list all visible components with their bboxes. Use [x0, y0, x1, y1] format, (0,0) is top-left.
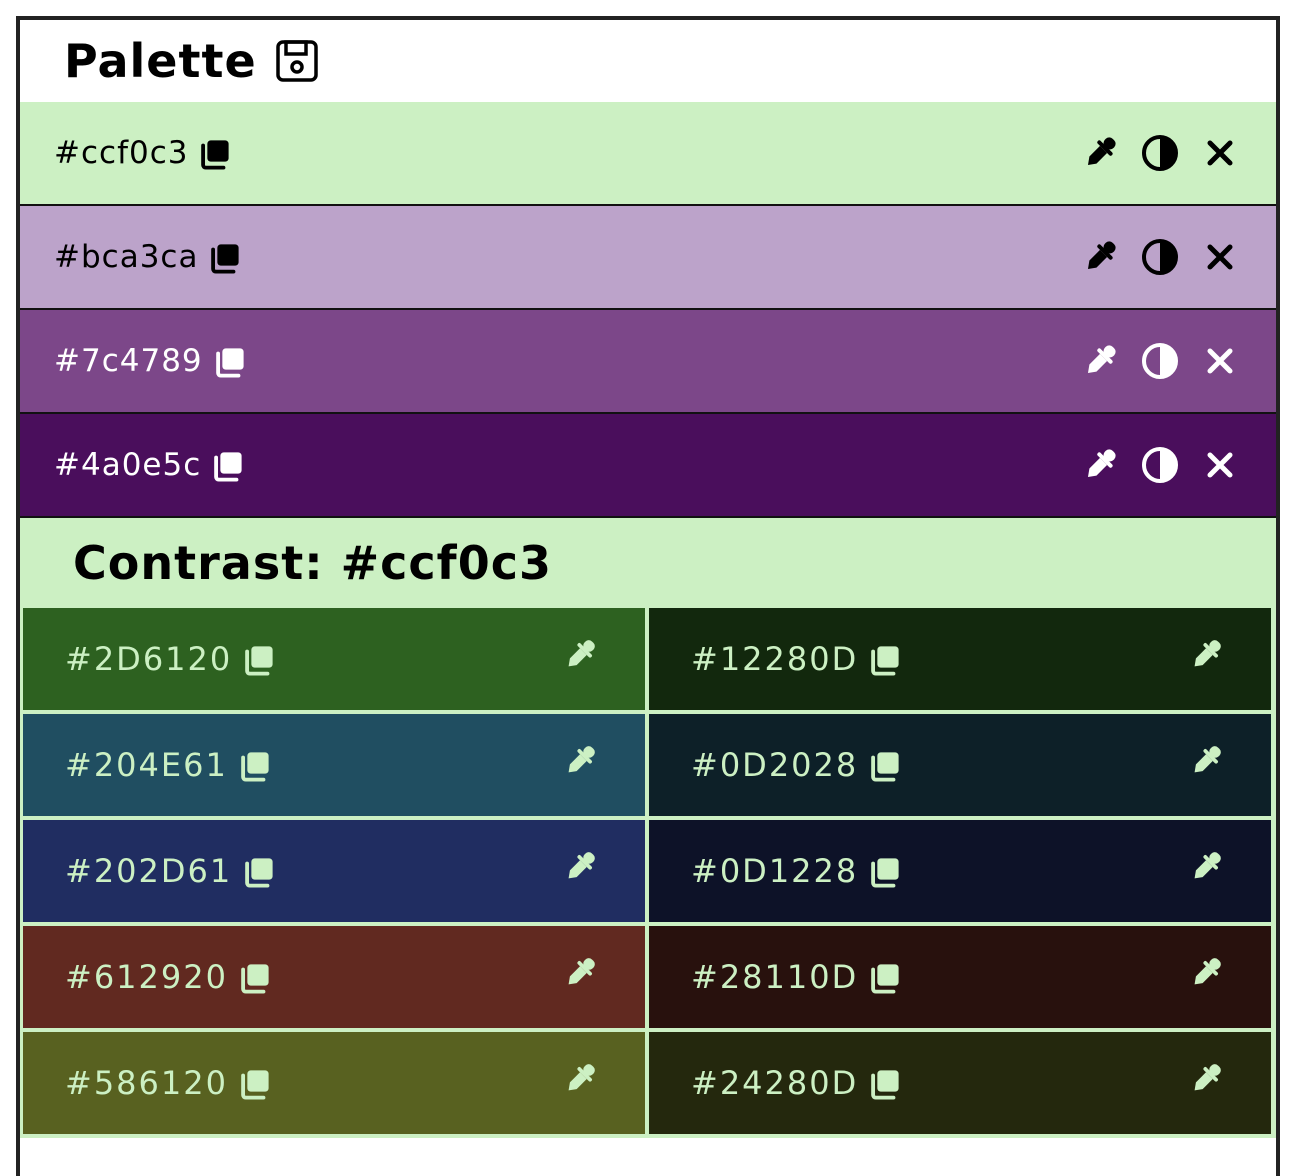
contrast-swatch: #2D6120 [23, 608, 645, 710]
palette-row: #ccf0c3 [20, 102, 1276, 206]
palette-hex-label: #7c4789 [54, 343, 203, 379]
palette-header: Palette [20, 20, 1276, 102]
contrast-hex-label: #2D6120 [65, 640, 233, 678]
contrast-section: Contrast: #ccf0c3 #2D6120 #12280D #204E6… [20, 518, 1276, 1138]
contrast-swatch: #0D1228 [649, 820, 1271, 922]
copy-icon[interactable] [868, 855, 902, 889]
contrast-hex-label: #0D1228 [691, 852, 859, 890]
contrast-swatch: #0D2028 [649, 714, 1271, 816]
contrast-swatch: #204E61 [23, 714, 645, 816]
close-icon[interactable] [1200, 133, 1240, 173]
contrast-grid: #2D6120 #12280D #204E61 #0D2028 #202D61 … [23, 608, 1273, 1138]
contrast-hex-label: #12280D [691, 640, 859, 678]
copy-icon[interactable] [868, 1067, 902, 1101]
contrast-swatch: #202D61 [23, 820, 645, 922]
eyedropper-icon[interactable] [561, 848, 599, 886]
copy-icon[interactable] [198, 137, 232, 171]
palette-row-actions [1080, 414, 1240, 516]
eyedropper-icon[interactable] [1187, 954, 1225, 992]
palette-row-actions [1080, 310, 1240, 412]
contrast-hex-label: #586120 [65, 1064, 228, 1102]
palette-list: #ccf0c3 #bca3ca #7c4789 #4a0e5c [20, 102, 1276, 518]
contrast-swatch: #12280D [649, 608, 1271, 710]
contrast-hex-label: #24280D [691, 1064, 859, 1102]
close-icon[interactable] [1200, 445, 1240, 485]
eyedropper-icon[interactable] [1187, 848, 1225, 886]
contrast-swatch: #586120 [23, 1032, 645, 1134]
copy-icon[interactable] [238, 961, 272, 995]
contrast-hex-label: #0D2028 [691, 746, 859, 784]
copy-icon[interactable] [238, 749, 272, 783]
eyedropper-icon[interactable] [561, 636, 599, 674]
contrast-swatch: #24280D [649, 1032, 1271, 1134]
palette-row: #4a0e5c [20, 414, 1276, 518]
palette-panel: Palette #ccf0c3 #bca3ca #7c4789 #4a0e5c … [16, 16, 1280, 1176]
contrast-icon[interactable] [1140, 133, 1180, 173]
eyedropper-icon[interactable] [561, 742, 599, 780]
contrast-hex-label: #202D61 [65, 852, 233, 890]
copy-icon[interactable] [868, 643, 902, 677]
contrast-title: Contrast: #ccf0c3 [73, 536, 552, 590]
eyedropper-icon[interactable] [1080, 341, 1120, 381]
contrast-swatch: #28110D [649, 926, 1271, 1028]
copy-icon[interactable] [868, 961, 902, 995]
copy-icon[interactable] [868, 749, 902, 783]
eyedropper-icon[interactable] [1080, 445, 1120, 485]
contrast-swatch: #612920 [23, 926, 645, 1028]
eyedropper-icon[interactable] [1080, 133, 1120, 173]
palette-row-actions [1080, 102, 1240, 204]
floppy-disk-icon[interactable] [275, 39, 319, 83]
eyedropper-icon[interactable] [1187, 742, 1225, 780]
eyedropper-icon[interactable] [1187, 1060, 1225, 1098]
close-icon[interactable] [1200, 237, 1240, 277]
palette-row: #bca3ca [20, 206, 1276, 310]
page-title: Palette [64, 34, 257, 88]
close-icon[interactable] [1200, 341, 1240, 381]
contrast-icon[interactable] [1140, 237, 1180, 277]
copy-icon[interactable] [208, 241, 242, 275]
copy-icon[interactable] [242, 643, 276, 677]
copy-icon[interactable] [238, 1067, 272, 1101]
eyedropper-icon[interactable] [1080, 237, 1120, 277]
eyedropper-icon[interactable] [561, 954, 599, 992]
palette-hex-label: #4a0e5c [54, 447, 202, 483]
contrast-hex-label: #612920 [65, 958, 228, 996]
palette-row-actions [1080, 206, 1240, 308]
copy-icon[interactable] [213, 345, 247, 379]
palette-hex-label: #bca3ca [54, 239, 199, 275]
contrast-hex-label: #28110D [691, 958, 859, 996]
contrast-icon[interactable] [1140, 445, 1180, 485]
palette-row: #7c4789 [20, 310, 1276, 414]
eyedropper-icon[interactable] [561, 1060, 599, 1098]
copy-icon[interactable] [211, 449, 245, 483]
contrast-icon[interactable] [1140, 341, 1180, 381]
copy-icon[interactable] [242, 855, 276, 889]
eyedropper-icon[interactable] [1187, 636, 1225, 674]
palette-hex-label: #ccf0c3 [54, 135, 189, 171]
contrast-hex-label: #204E61 [65, 746, 228, 784]
